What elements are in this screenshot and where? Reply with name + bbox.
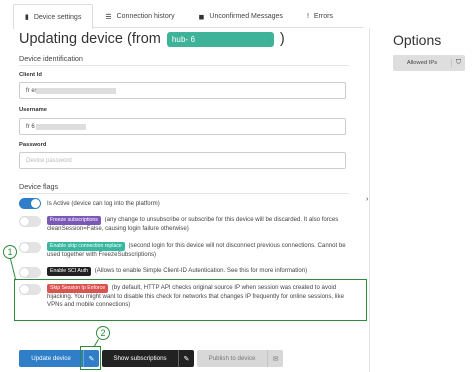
annotation-highlight-box	[14, 279, 367, 321]
options-title: Options	[393, 32, 442, 48]
callout-two: 2	[96, 326, 110, 340]
annotation-button-box	[80, 346, 101, 370]
exclamation-icon: !	[306, 13, 309, 20]
tab-bar: ▮ Device settings ☰ Connection history ◼…	[13, 4, 363, 29]
show-subscriptions-button[interactable]: Show subscriptions ✎	[102, 350, 194, 367]
page-title: Updating device (from hub- 6 )	[19, 31, 285, 47]
device-flags-heading: Device flags	[19, 182, 59, 191]
title-suffix: )	[279, 31, 285, 47]
sliders-icon: ▮	[25, 14, 29, 21]
tab-label: Unconfirmed Messages	[209, 13, 283, 20]
password-label: Password	[19, 142, 47, 148]
show-subscriptions-label: Show subscriptions	[113, 355, 167, 362]
divider	[19, 65, 349, 66]
tab-device-settings[interactable]: ▮ Device settings	[13, 4, 94, 29]
skip-connection-replace-chip: Enable skip connection replace	[47, 242, 125, 251]
sci-auth-text: (Allows to enable Simple Client-ID Auten…	[94, 267, 308, 274]
is-active-text: Is Active (device can log into the platf…	[47, 200, 160, 207]
sci-auth-chip: Enable SCI Auth	[47, 267, 92, 276]
divider	[19, 193, 349, 194]
shield-icon: ⛉	[451, 59, 465, 67]
tab-label: Errors	[313, 13, 333, 20]
is-active-toggle[interactable]	[19, 198, 41, 209]
edit-icon: ✎	[178, 350, 194, 367]
sci-auth-toggle[interactable]	[19, 267, 41, 278]
update-device-label: Update device	[31, 355, 71, 362]
hub-badge: hub- 6	[166, 31, 274, 47]
tab-label: Device settings	[33, 13, 82, 21]
list-icon: ☰	[105, 13, 112, 21]
chat-icon: ◼	[198, 13, 205, 21]
username-label: Username	[19, 107, 48, 113]
tab-errors[interactable]: ! Errors	[295, 4, 345, 28]
device-identification-heading: Device identification	[19, 54, 83, 63]
flag-sci-auth: Enable SCI Auth (Allows to enable Simple…	[19, 267, 349, 278]
chevron-right-icon[interactable]: ›	[366, 196, 368, 203]
callout-one: 1	[3, 245, 17, 259]
publish-to-device-button[interactable]: Publish to device ✉	[197, 350, 283, 367]
password-field[interactable]: Device password	[19, 152, 346, 169]
allowed-ips-label: Allowed IPs	[406, 60, 438, 66]
panel-divider	[369, 28, 370, 372]
flag-skip-connection-replace: Enable skip connection replace (second l…	[19, 242, 349, 262]
client-id-field[interactable]: fr es	[19, 82, 346, 99]
publish-to-device-label: Publish to device	[208, 355, 256, 362]
envelope-icon: ✉	[267, 350, 283, 367]
callout-one-leader	[10, 258, 17, 281]
flag-freeze-subscriptions: Freeze subscriptions (any change to unsu…	[19, 216, 349, 236]
tab-unconfirmed-messages[interactable]: ◼ Unconfirmed Messages	[187, 4, 295, 28]
skip-connection-replace-toggle[interactable]	[19, 242, 41, 253]
tab-label: Connection history	[116, 13, 175, 20]
freeze-subscriptions-toggle[interactable]	[19, 216, 41, 227]
client-id-label: Client Id	[19, 72, 42, 78]
allowed-ips-button[interactable]: Allowed IPs ⛉	[393, 55, 465, 71]
flag-is-active: Is Active (device can log into the platf…	[19, 198, 349, 210]
tab-connection-history[interactable]: ☰ Connection history	[93, 4, 186, 28]
freeze-subscriptions-chip: Freeze subscriptions	[47, 216, 101, 225]
username-field[interactable]: fr 6	[19, 118, 346, 135]
title-prefix: Updating device (from	[19, 31, 161, 47]
